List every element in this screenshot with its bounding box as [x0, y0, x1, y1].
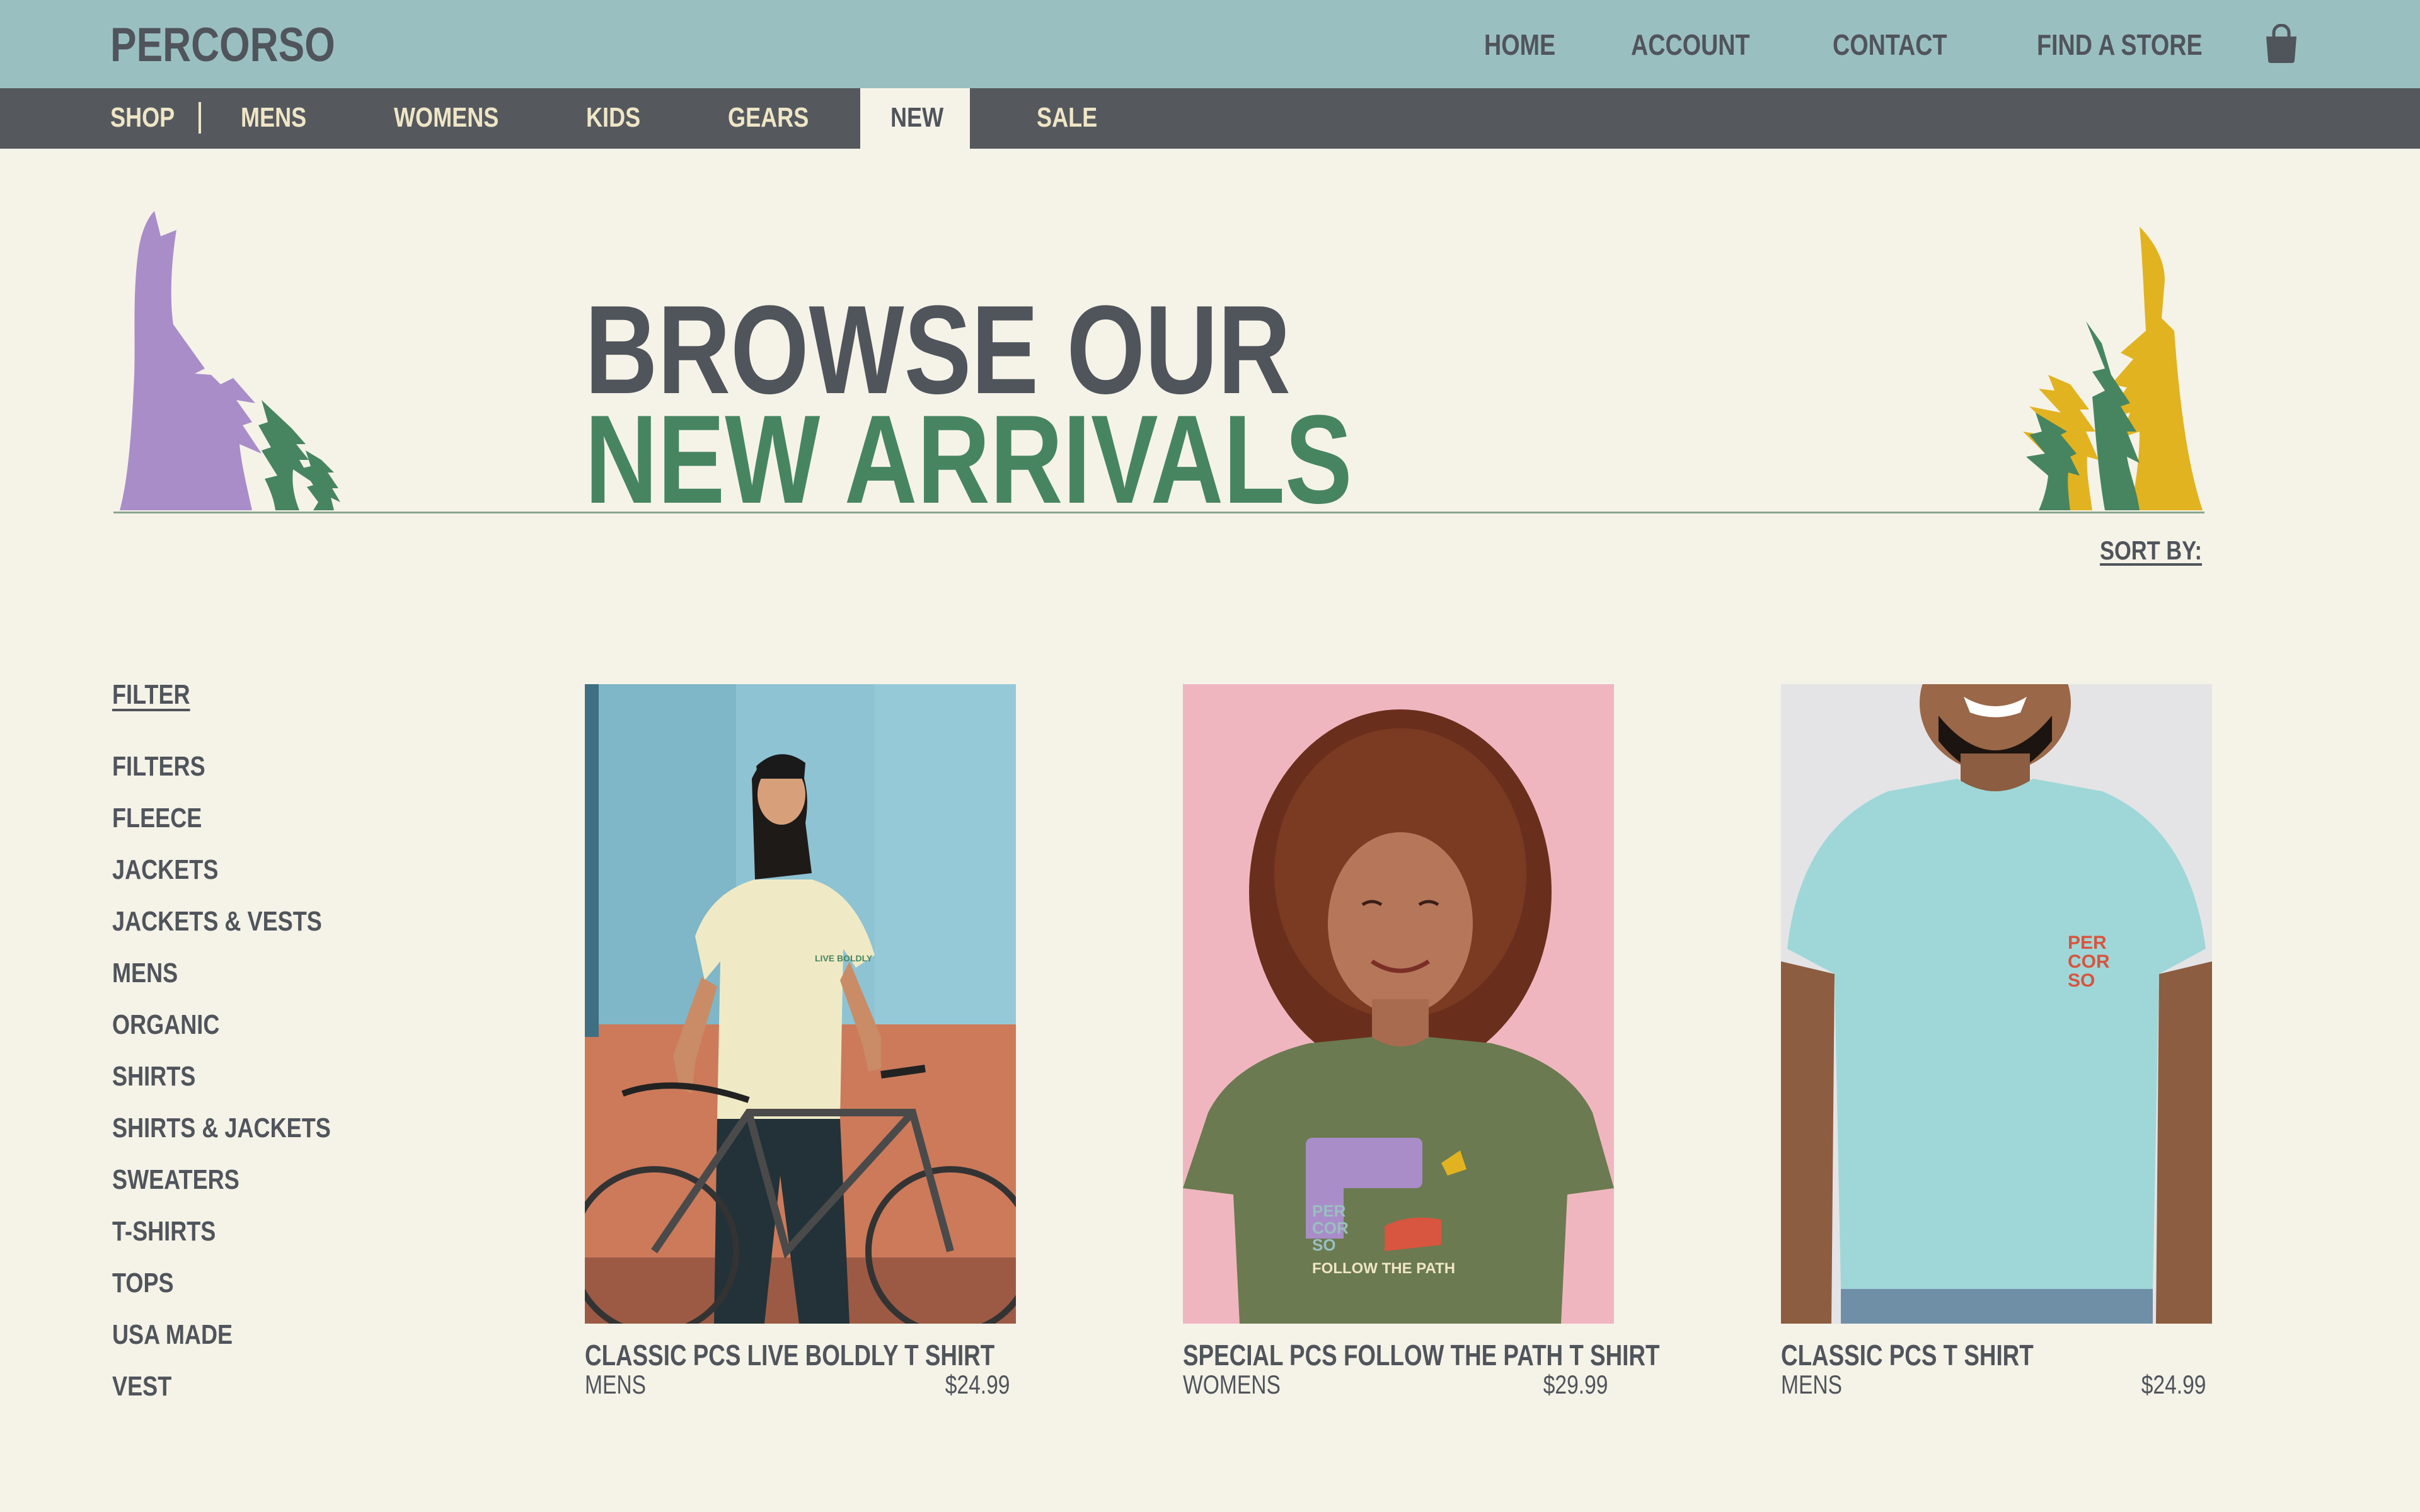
filter-item[interactable]: T-SHIRTS — [112, 1216, 331, 1268]
category-mens[interactable]: MENS — [241, 102, 306, 134]
filter-item[interactable]: MENS — [112, 958, 331, 1009]
product-card[interactable]: PER COR SO CLASSIC PCS T SHIRT MENS $24.… — [1781, 634, 2212, 1401]
filter-list: FILTERS FLEECE JACKETS JACKETS & VESTS M… — [112, 751, 379, 1423]
filter-item[interactable]: SWEATERS — [112, 1164, 331, 1216]
product-name[interactable]: SPECIAL PCS FOLLOW THE PATH T SHIRT — [1183, 1338, 1659, 1372]
filter-item[interactable]: JACKETS — [112, 854, 331, 906]
filter-item[interactable]: USA MADE — [112, 1319, 331, 1371]
shirt-print-text: LIVE BOLDLY — [815, 953, 873, 963]
svg-text:PER: PER — [1312, 1201, 1346, 1220]
product-meta: MENS $24.99 — [1781, 1370, 2212, 1401]
product-image-man-with-bicycle[interactable]: LIVE BOLDLY — [569, 684, 1035, 1336]
category-womens[interactable]: WOMENS — [394, 102, 498, 134]
brand-logo[interactable]: PERCORSO — [110, 18, 335, 72]
shopping-bag-icon[interactable] — [2264, 24, 2299, 63]
tree-illustration-right — [2023, 227, 2203, 510]
category-divider — [199, 102, 201, 134]
product-image-man-blue-tshirt[interactable]: PER COR SO — [1781, 634, 2212, 1324]
category-new[interactable]: NEW — [890, 102, 943, 134]
nav-account-link[interactable]: ACCOUNT — [1631, 28, 1750, 62]
category-kids[interactable]: KIDS — [586, 102, 640, 134]
product-meta: WOMENS $29.99 — [1183, 1370, 1614, 1401]
product-meta: MENS $24.99 — [585, 1370, 1016, 1401]
svg-text:COR: COR — [1312, 1218, 1349, 1237]
top-header: PERCORSO HOME ACCOUNT CONTACT FIND A STO… — [0, 0, 2420, 88]
product-category: MENS — [585, 1370, 647, 1399]
filter-item[interactable]: SHIRTS & JACKETS — [112, 1113, 331, 1164]
product-image-woman-smiling[interactable]: PER COR SO FOLLOW THE PATH — [1183, 684, 1614, 1324]
filter-item[interactable]: TOPS — [112, 1268, 331, 1319]
category-nav: SHOP MENS WOMENS KIDS GEARS NEW SALE — [0, 88, 2420, 149]
filter-item[interactable]: VEST — [112, 1371, 331, 1423]
nav-find-store-link[interactable]: FIND A STORE — [2037, 28, 2203, 62]
product-price: $24.99 — [2141, 1370, 2206, 1399]
category-sale[interactable]: SALE — [1037, 102, 1097, 134]
filter-item[interactable]: FLEECE — [112, 803, 331, 854]
product-category: WOMENS — [1183, 1370, 1281, 1399]
product-price: $29.99 — [1543, 1370, 1608, 1399]
svg-text:PER: PER — [2068, 932, 2107, 953]
filter-item[interactable]: JACKETS & VESTS — [112, 906, 331, 958]
filter-heading: FILTER — [112, 679, 190, 710]
nav-contact-link[interactable]: CONTACT — [1833, 28, 1947, 62]
filter-item[interactable]: FILTERS — [112, 751, 331, 803]
hero-title-line2: NEW ARRIVALS — [585, 389, 1352, 530]
category-gears[interactable]: GEARS — [728, 102, 809, 134]
shirt-print-text: FOLLOW THE PATH — [1312, 1260, 1455, 1277]
category-shop[interactable]: SHOP — [110, 102, 175, 134]
nav-home-link[interactable]: HOME — [1484, 28, 1555, 62]
svg-text:COR: COR — [2068, 951, 2110, 972]
sort-by-button[interactable]: SORT BY: — [2100, 536, 2202, 566]
svg-text:SO: SO — [2068, 970, 2095, 991]
svg-text:SO: SO — [1312, 1235, 1336, 1254]
product-name[interactable]: CLASSIC PCS T SHIRT — [1781, 1338, 2126, 1372]
product-card[interactable]: PER COR SO FOLLOW THE PATH SPECIAL PCS F… — [1183, 684, 1659, 1401]
hero-divider-line — [113, 512, 2204, 513]
product-price: $24.99 — [945, 1370, 1010, 1399]
product-card[interactable]: LIVE BOLDLY CLASSIC PCS LIVE BOLDLY T SH… — [569, 684, 1035, 1401]
product-category: MENS — [1781, 1370, 1843, 1399]
product-name[interactable]: CLASSIC PCS LIVE BOLDLY T SHIRT — [585, 1338, 994, 1372]
filter-item[interactable]: SHIRTS — [112, 1061, 331, 1113]
tree-illustration-left — [120, 211, 340, 510]
filter-item[interactable]: ORGANIC — [112, 1009, 331, 1061]
